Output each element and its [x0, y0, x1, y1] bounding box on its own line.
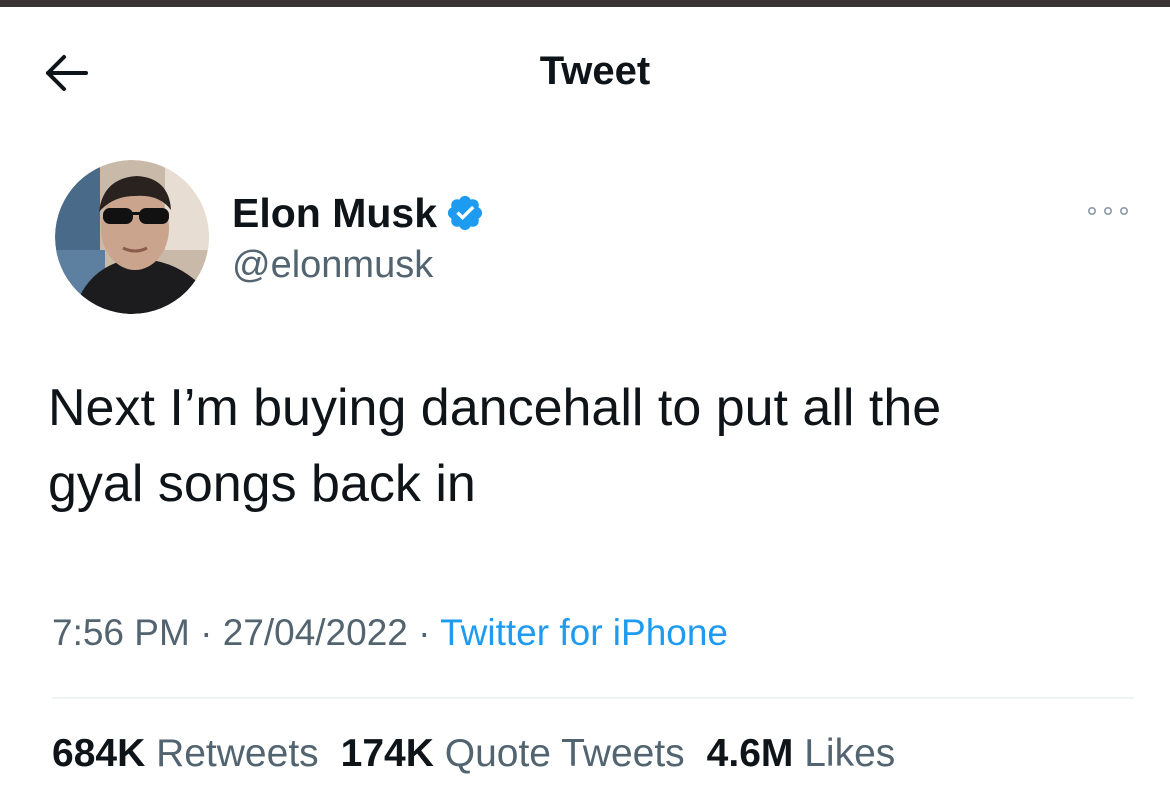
tweet-source-link[interactable]: Twitter for iPhone [440, 612, 728, 653]
profile-photo [55, 160, 209, 314]
quote-tweets-stat[interactable]: 174K Quote Tweets [341, 732, 685, 775]
header: Tweet [0, 7, 1170, 127]
tweet-time[interactable]: 7:56 PM [52, 612, 190, 653]
likes-count: 4.6M [706, 732, 794, 775]
meta-separator: · [200, 612, 223, 653]
likes-label: Likes [804, 732, 896, 775]
retweets-stat[interactable]: 684K Retweets [52, 732, 319, 775]
tweet-stats: 684K Retweets 174K Quote Tweets 4.6M Likes [52, 732, 917, 776]
author-name-row[interactable]: Elon Musk [232, 185, 485, 241]
page-title: Tweet [539, 49, 651, 93]
retweets-label: Retweets [156, 732, 319, 775]
likes-stat[interactable]: 4.6M Likes [707, 732, 896, 775]
quote-tweets-label: Quote Tweets [444, 732, 685, 775]
status-bar-strip [0, 0, 1170, 7]
author-handle[interactable]: @elonmusk [232, 244, 433, 287]
divider [52, 697, 1134, 699]
tweet-date[interactable]: 27/04/2022 [223, 612, 408, 653]
tweet-meta: 7:56 PM · 27/04/2022 · Twitter for iPhon… [52, 612, 728, 654]
more-options-button[interactable] [1080, 196, 1136, 226]
avatar[interactable] [55, 160, 209, 314]
tweet-detail-screen: Tweet Elon Musk @elonmusk Next I’m buyin… [0, 0, 1170, 806]
quote-tweets-count: 174K [340, 732, 434, 775]
tweet-text: Next I’m buying dancehall to put all the… [48, 379, 942, 513]
retweets-count: 684K [52, 732, 146, 775]
author-name: Elon Musk [232, 189, 438, 236]
more-options-icon [1087, 206, 1128, 216]
verified-badge-icon [445, 193, 485, 233]
meta-separator: · [418, 612, 441, 653]
